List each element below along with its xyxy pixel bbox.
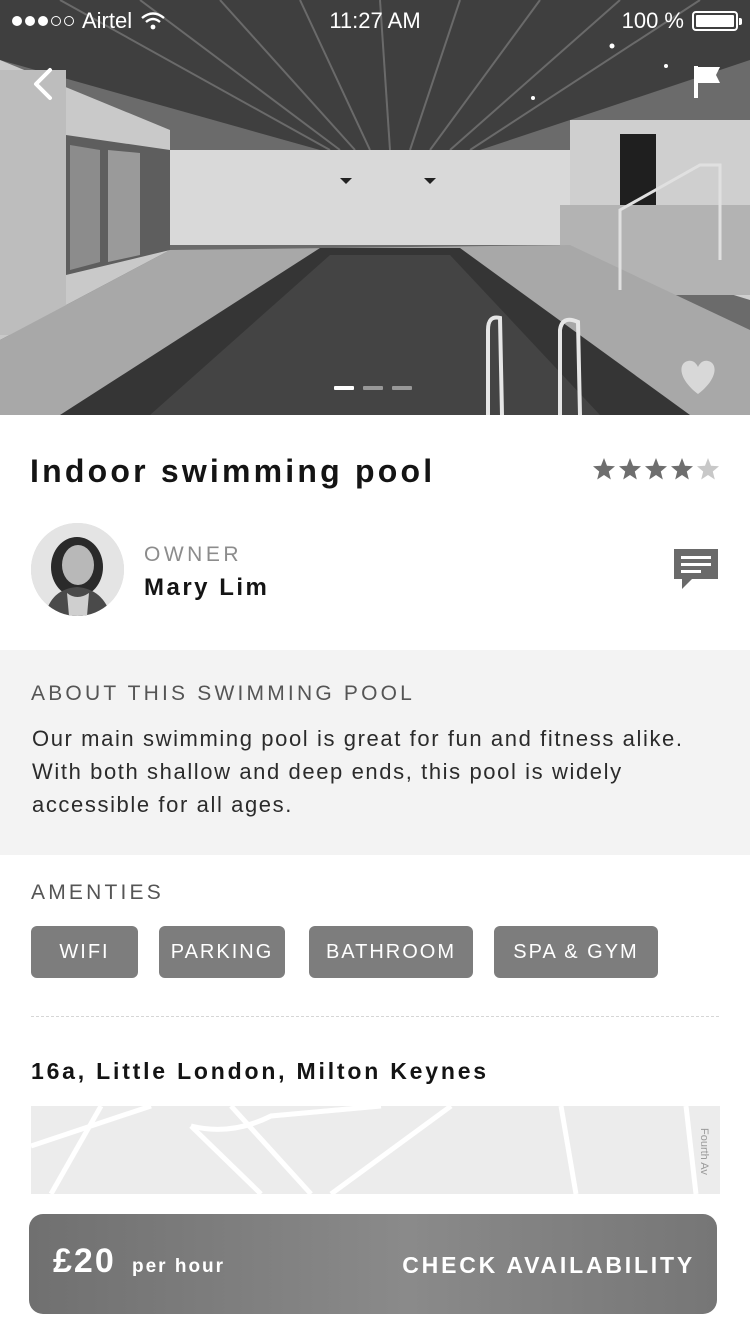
- star-icon: [593, 458, 615, 480]
- carousel-dot[interactable]: [334, 386, 354, 390]
- hero-image-carousel[interactable]: Airtel 11:27 AM 100 %: [0, 0, 750, 415]
- star-icon-empty: [697, 458, 719, 480]
- amenity-chip-parking[interactable]: PARKING: [159, 926, 285, 978]
- owner-avatar[interactable]: [31, 523, 124, 616]
- chat-bubble-icon[interactable]: [672, 547, 720, 591]
- battery-icon: [692, 11, 742, 31]
- map-streets: Fourth Av: [31, 1106, 720, 1194]
- amenity-chip-spa-gym[interactable]: SPA & GYM: [494, 926, 658, 978]
- pool-photo: [0, 0, 750, 415]
- amenity-chip-wifi[interactable]: WIFI: [31, 926, 138, 978]
- owner-name[interactable]: Mary Lim: [144, 574, 269, 602]
- star-icon: [671, 458, 693, 480]
- status-bar: Airtel 11:27 AM 100 %: [0, 0, 750, 40]
- star-icon: [645, 458, 667, 480]
- heart-icon[interactable]: [676, 357, 720, 397]
- check-availability-button[interactable]: CHECK AVAILABILITY: [402, 1252, 695, 1279]
- carousel-dot[interactable]: [392, 386, 412, 390]
- about-section: ABOUT THIS SWIMMING POOL Our main swimmi…: [0, 650, 750, 855]
- chevron-left-icon[interactable]: [24, 62, 64, 106]
- battery-group: 100 %: [621, 8, 742, 34]
- avatar-photo: [31, 523, 124, 616]
- listing-title: Indoor swimming pool: [30, 453, 436, 489]
- price: £20: [53, 1242, 116, 1280]
- address: 16a, Little London, Milton Keynes: [31, 1058, 489, 1084]
- booking-bar[interactable]: £20 per hour CHECK AVAILABILITY: [29, 1214, 717, 1314]
- about-heading: ABOUT THIS SWIMMING POOL: [31, 682, 416, 705]
- star-rating: [592, 457, 720, 481]
- location-map[interactable]: Fourth Av: [31, 1106, 720, 1194]
- price-unit: per hour: [132, 1256, 226, 1277]
- carousel-indicator: [334, 386, 412, 390]
- owner-label: OWNER: [144, 543, 242, 566]
- carousel-dot[interactable]: [363, 386, 383, 390]
- star-icon: [619, 458, 641, 480]
- map-street-label: Fourth Av: [698, 1128, 710, 1175]
- about-text: Our main swimming pool is great for fun …: [32, 726, 684, 817]
- amenity-chip-bathroom[interactable]: BATHROOM: [309, 926, 473, 978]
- section-divider: [31, 1016, 719, 1017]
- amenities-heading: AMENTIES: [31, 881, 164, 904]
- battery-percent: 100 %: [621, 8, 684, 33]
- flag-icon[interactable]: [690, 62, 726, 102]
